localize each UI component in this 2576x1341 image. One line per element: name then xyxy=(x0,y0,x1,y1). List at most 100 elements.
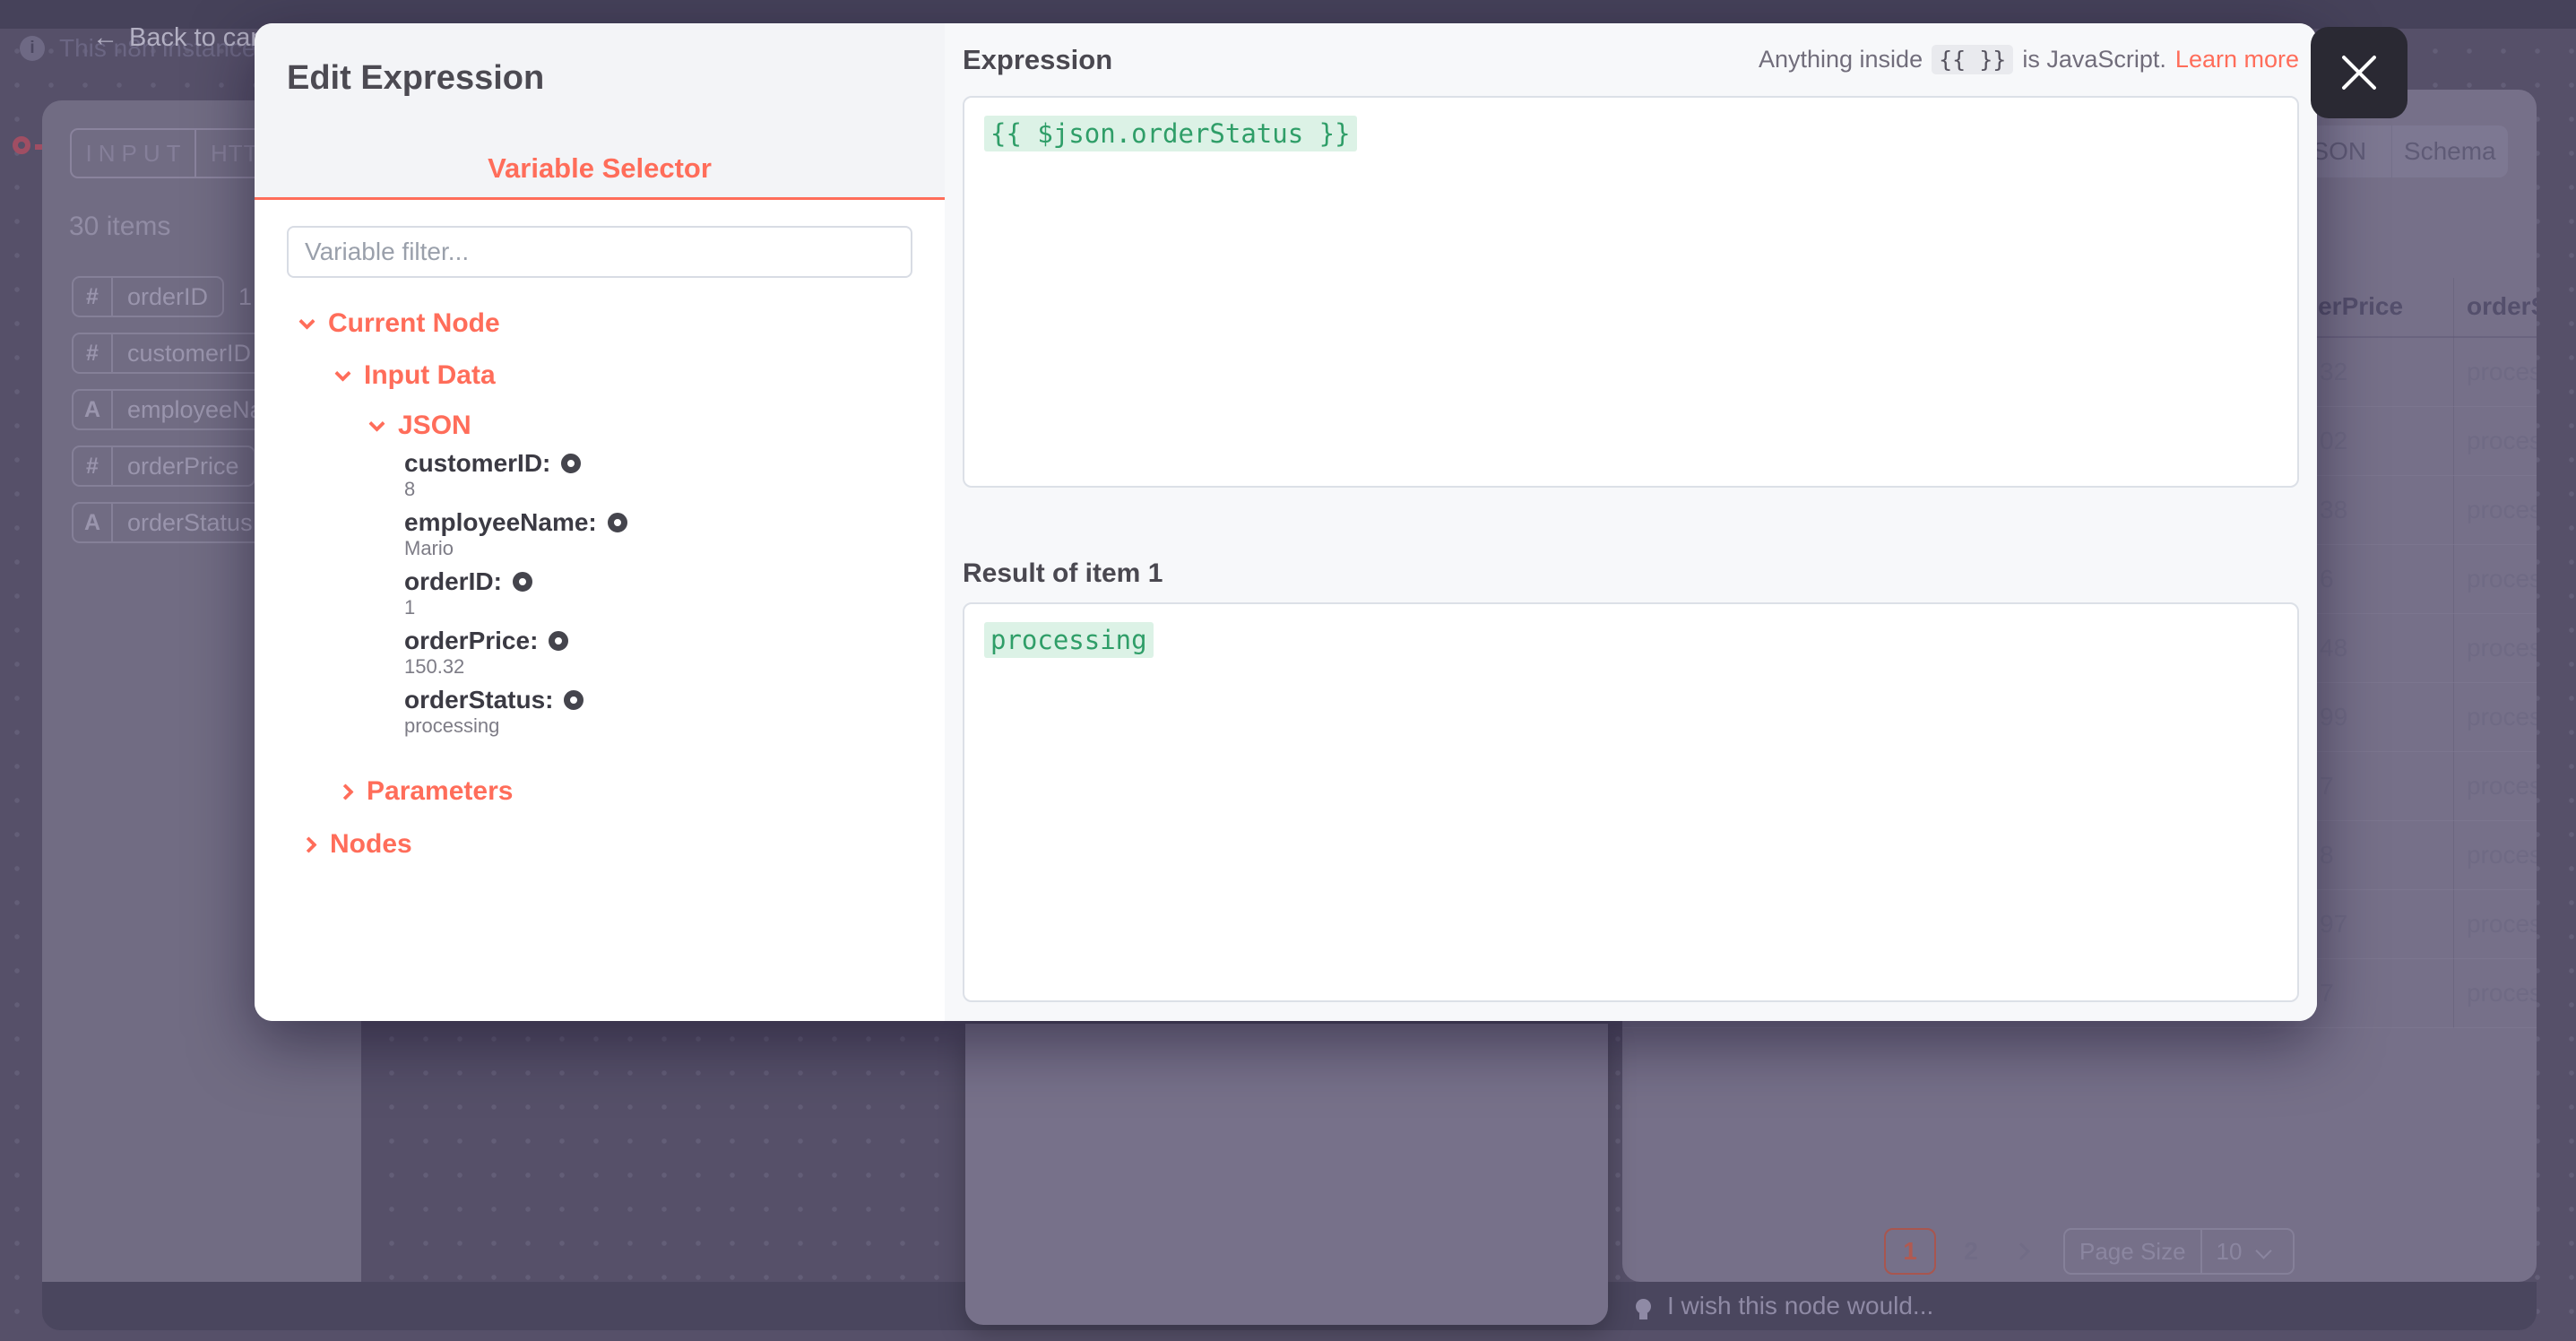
branch-label: Nodes xyxy=(330,829,412,860)
cell-order-status: processing xyxy=(2467,910,2537,939)
node-connector-icon xyxy=(13,136,30,154)
variable-key: employeeName: xyxy=(404,508,597,537)
result-label: Result of item 1 xyxy=(963,558,2299,589)
chevron-down-icon xyxy=(298,313,315,329)
expression-header: Expression Anything inside {{ }} is Java… xyxy=(963,23,2299,96)
lightbulb-icon xyxy=(1636,1299,1651,1314)
field-sample-value: 1 xyxy=(238,283,252,311)
cell-order-price: 7 xyxy=(2320,979,2334,1008)
cell-order-status: processing xyxy=(2467,772,2537,800)
cell-order-price: 8 xyxy=(2320,841,2334,869)
variable-field[interactable]: orderPrice: 150.32 xyxy=(404,627,911,686)
modal-title: Edit Expression xyxy=(287,59,544,98)
field-name: orderID xyxy=(113,278,222,316)
branch-label: Input Data xyxy=(364,360,496,391)
cell-order-status: processing xyxy=(2467,634,2537,662)
node-wish-input[interactable]: I wish this node would... xyxy=(1636,1282,1933,1330)
variable-field-list: customerID: 8 employeeName: xyxy=(404,449,911,745)
variable-value: 1 xyxy=(404,596,911,618)
cell-order-price: 38 xyxy=(2320,496,2347,524)
variable-filter-input[interactable] xyxy=(287,226,912,278)
tree-branch-parameters[interactable]: Parameters xyxy=(340,777,911,806)
cell-order-status: processing xyxy=(2467,979,2537,1008)
expression-result-box: processing xyxy=(963,602,2299,1002)
cell-order-status: processing xyxy=(2467,703,2537,731)
cell-order-price: 97 xyxy=(2320,910,2347,939)
variable-value: processing xyxy=(404,714,911,736)
tab-schema[interactable]: Schema xyxy=(2391,125,2509,177)
n8n-app: i This n8n instance is ← Back to canvas … xyxy=(0,0,2576,1341)
cell-order-status: processing xyxy=(2467,565,2537,593)
tree-branch-input-data[interactable]: Input Data xyxy=(337,361,911,390)
tree-branch-nodes[interactable]: Nodes xyxy=(303,830,911,859)
variable-key-row: employeeName: xyxy=(404,508,911,537)
chevron-down-icon xyxy=(368,415,385,431)
variable-field[interactable]: orderID: 1 xyxy=(404,567,911,627)
tree-branch-current-node[interactable]: Current Node xyxy=(301,309,911,338)
expression-code: {{ $json.orderStatus }} xyxy=(984,116,1357,151)
expression-panel: Expression Anything inside {{ }} is Java… xyxy=(945,23,2317,1021)
result-value: processing xyxy=(984,622,1154,658)
column-header-orderstatus: orderStatus xyxy=(2467,292,2537,321)
field-type-icon: A xyxy=(73,504,113,541)
field-type-icon: # xyxy=(73,447,113,485)
schema-field-pill: A orderStatus xyxy=(72,502,269,543)
variable-value: Mario xyxy=(404,537,911,558)
tree-branch-json[interactable]: JSON xyxy=(371,411,911,440)
branch-label: Parameters xyxy=(367,776,513,807)
cell-order-status: processing xyxy=(2467,427,2537,455)
close-modal-button[interactable] xyxy=(2311,27,2407,118)
chevron-right-icon xyxy=(300,836,316,852)
variable-target-icon[interactable] xyxy=(564,690,583,710)
variable-key: customerID: xyxy=(404,449,550,478)
expression-hint: Anything inside {{ }} is JavaScript. Lea… xyxy=(1759,45,2299,74)
variable-key: orderID: xyxy=(404,567,502,596)
hint-suffix: is JavaScript. xyxy=(2022,46,2166,74)
hint-braces-chip: {{ }} xyxy=(1932,45,2013,74)
variable-value: 150.32 xyxy=(404,655,911,677)
close-icon xyxy=(2338,52,2380,93)
variable-key: orderPrice: xyxy=(404,627,538,655)
cell-order-status: processing xyxy=(2467,496,2537,524)
node-wish-placeholder: I wish this node would... xyxy=(1667,1292,1933,1320)
expression-label: Expression xyxy=(963,44,1112,76)
tab-input[interactable]: INPUT xyxy=(72,130,194,177)
variable-field[interactable]: employeeName: Mario xyxy=(404,508,911,567)
field-name: customerID xyxy=(113,334,265,372)
cell-order-status: processing xyxy=(2467,358,2537,386)
variable-selector-panel: Edit Expression Variable Selector Curren… xyxy=(255,23,945,1021)
tab-variable-selector[interactable]: Variable Selector xyxy=(255,152,945,185)
next-page-icon[interactable] xyxy=(2012,1242,2030,1260)
variable-target-icon[interactable] xyxy=(549,631,568,651)
chevron-down-icon xyxy=(2255,1242,2271,1259)
variable-field[interactable]: customerID: 8 xyxy=(404,449,911,508)
page-2-button[interactable]: 2 xyxy=(1958,1228,1984,1275)
page-size-select[interactable]: Page Size 10 xyxy=(2063,1228,2295,1275)
cell-order-price: 6 xyxy=(2320,565,2334,593)
variable-field[interactable]: orderStatus: processing xyxy=(404,686,911,745)
schema-field-pill: # orderPrice xyxy=(72,446,255,487)
cell-order-price: 7 xyxy=(2320,772,2334,800)
variable-key-row: customerID: xyxy=(404,449,911,478)
edit-expression-modal: Edit Expression Variable Selector Curren… xyxy=(255,23,2317,1021)
expression-editor[interactable]: {{ $json.orderStatus }} xyxy=(963,96,2299,488)
cell-order-price: 02 xyxy=(2320,427,2347,455)
hint-prefix: Anything inside xyxy=(1759,46,1923,74)
variable-tree: Current Node Input Data JSON xyxy=(301,309,911,859)
cell-order-status: processing xyxy=(2467,841,2537,869)
learn-more-link[interactable]: Learn more xyxy=(2175,46,2299,74)
page-1-button[interactable]: 1 xyxy=(1884,1228,1936,1275)
field-type-icon: A xyxy=(73,391,113,428)
chevron-right-icon xyxy=(337,783,353,800)
field-type-icon: # xyxy=(73,334,113,372)
field-type-icon: # xyxy=(73,278,113,316)
cell-order-price: 32 xyxy=(2320,358,2347,386)
info-icon: i xyxy=(20,36,45,61)
variable-key-row: orderID: xyxy=(404,567,911,596)
variable-target-icon[interactable] xyxy=(608,513,627,532)
input-items-count: 30 items xyxy=(69,212,170,242)
variable-selector-header: Edit Expression Variable Selector xyxy=(255,23,945,200)
variable-target-icon[interactable] xyxy=(561,454,581,473)
variable-target-icon[interactable] xyxy=(513,572,532,592)
cell-order-price: 48 xyxy=(2320,634,2347,662)
